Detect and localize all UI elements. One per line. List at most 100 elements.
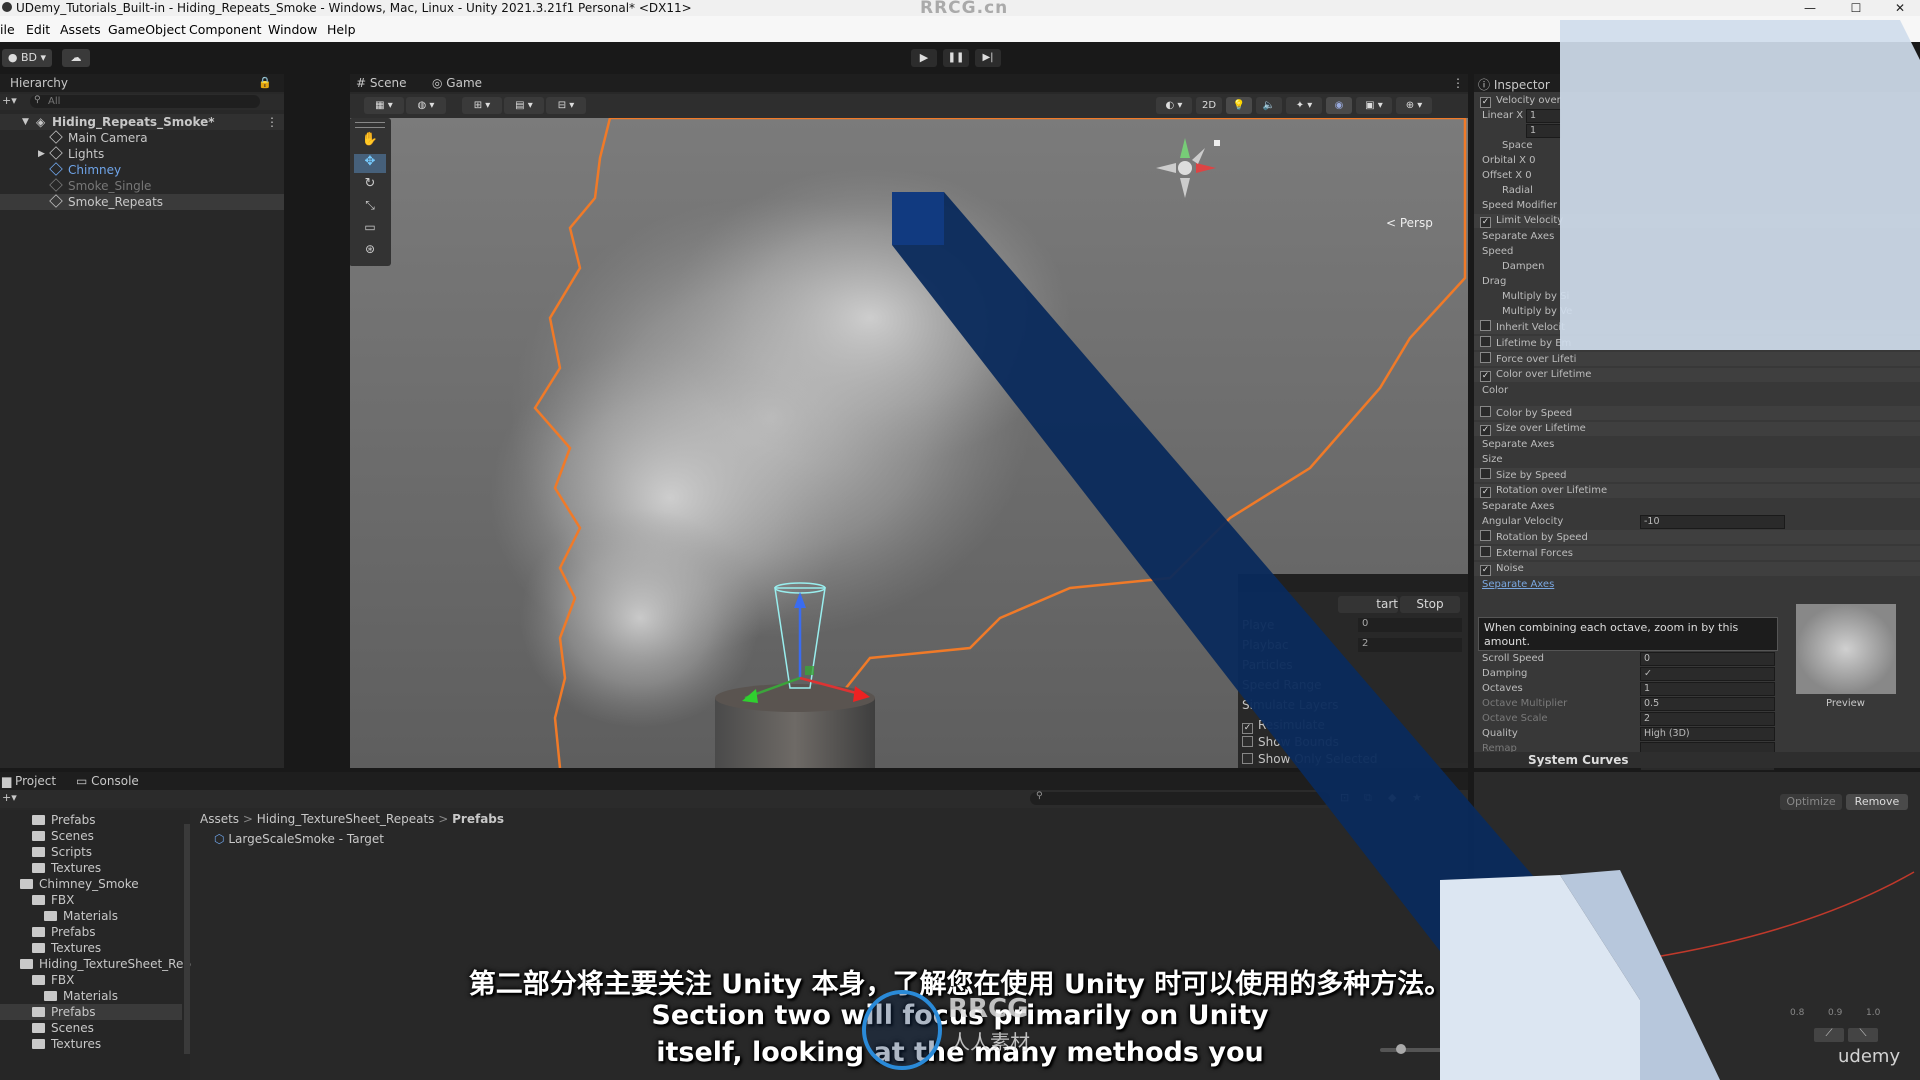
inspector-field-row[interactable]: Dampen [1474, 260, 1920, 274]
plane-handle[interactable] [805, 666, 814, 675]
folder-item[interactable]: Chimney_Smoke [0, 876, 182, 892]
project-search-input[interactable] [1030, 792, 1330, 805]
orientation-gizmo[interactable] [1156, 138, 1220, 198]
checkbox-checked-icon[interactable]: ✓ [1480, 487, 1491, 498]
hierarchy-row[interactable]: Chimney [0, 162, 284, 178]
draw-mode-icon[interactable]: ▦ ▾ [364, 97, 404, 114]
folder-item[interactable]: Materials [0, 908, 182, 924]
cloud-icon[interactable]: ☁ [62, 49, 90, 67]
breadcrumb-item[interactable]: Prefabs [452, 812, 504, 826]
inspector-module-header[interactable]: External Forces [1474, 546, 1920, 560]
inspector-field-row[interactable]: Space [1474, 139, 1920, 153]
hierarchy-row[interactable]: Main Camera [0, 130, 284, 146]
asset-item[interactable]: ⬡ LargeScaleSmoke - Target [214, 832, 384, 846]
hierarchy-row[interactable]: Smoke_Single [0, 178, 284, 194]
inspector-value-field[interactable]: 1 [1526, 109, 1561, 123]
snap-icon[interactable]: ⊟ ▾ [546, 97, 586, 114]
restart-button[interactable]: tart [1338, 596, 1398, 613]
toggle-2d-button[interactable]: 2D [1196, 97, 1222, 114]
tab-console[interactable]: ▭ Console [76, 774, 139, 788]
inspector-field-row[interactable]: Separate Axes [1474, 438, 1920, 452]
play-icon[interactable]: ▶ [911, 49, 937, 67]
folder-item[interactable]: Prefabs [0, 924, 182, 940]
noise-value-field[interactable]: ✓ [1640, 667, 1775, 681]
palette-grip-icon[interactable] [355, 122, 385, 128]
rect-tool-icon[interactable]: ▭ [354, 220, 386, 239]
inspector-module-header[interactable]: Lifetime by Em [1474, 336, 1920, 350]
hidden-objects-icon[interactable]: ◉ [1326, 97, 1352, 114]
collapse-arrow-icon[interactable]: ▶ [38, 146, 45, 162]
inspector-field-row[interactable]: Separate Axes [1474, 500, 1920, 514]
resimulate-toggle[interactable]: ✓ Resimulate [1242, 718, 1325, 734]
inspector-field-row[interactable]: Color [1474, 384, 1920, 398]
checkbox-icon[interactable] [1480, 468, 1491, 479]
rotate-tool-icon[interactable]: ↻ [354, 176, 386, 195]
show-bounds-toggle[interactable]: Show Bounds [1242, 735, 1339, 749]
audio-icon[interactable]: 🔈 [1256, 97, 1282, 114]
tab-inspector[interactable]: ⓘ Inspector [1478, 76, 1550, 93]
hierarchy-search-input[interactable]: All [30, 95, 260, 108]
menu-window[interactable]: Window [268, 22, 317, 37]
show-only-selected-toggle[interactable]: Show Only Selected [1242, 752, 1378, 766]
more-icon[interactable]: ⋮ [266, 114, 278, 130]
inspector-field-row[interactable]: Speed Modifier [1474, 199, 1920, 213]
inspector-field-row[interactable]: Orbital X 0 [1474, 154, 1920, 168]
tab-scene[interactable]: # Scene [356, 76, 406, 90]
noise-value-field[interactable]: 0 [1640, 652, 1775, 666]
search-by-type-icon[interactable]: ⊡ [1340, 791, 1349, 804]
inspector-module-header[interactable]: Rotation by Speed [1474, 530, 1920, 544]
noise-value-field[interactable]: 2 [1640, 712, 1775, 726]
playback-speed-field[interactable]: 0 [1358, 618, 1462, 632]
scene-viewport[interactable]: ✋ ✥ ↻ ⤡ ▭ ⊛ < Persp tart Stop Playe Play… [350, 118, 1468, 768]
tab-hierarchy[interactable]: Hierarchy [10, 76, 68, 90]
menu-file[interactable]: ile [0, 22, 15, 37]
menu-edit[interactable]: Edit [26, 22, 50, 37]
scale-tool-icon[interactable]: ⤡ [354, 198, 386, 217]
add-icon[interactable]: +▾ [2, 791, 17, 804]
lighting-icon[interactable]: 💡 [1226, 97, 1252, 114]
stop-button[interactable]: Stop [1400, 596, 1460, 613]
checkbox-icon[interactable] [1480, 320, 1491, 331]
move-tool-icon[interactable]: ✥ [354, 154, 386, 173]
hand-tool-icon[interactable]: ✋ [354, 132, 386, 151]
inspector-field-row[interactable]: Drag [1474, 275, 1920, 289]
favorite-icon[interactable]: ★ [1412, 791, 1422, 804]
inspector-field-row[interactable]: Multiply by Si [1474, 290, 1920, 304]
menu-component[interactable]: Component [189, 22, 262, 37]
hierarchy-row[interactable]: ▼ ◈ Hiding_Repeats_Smoke* ⋮ [0, 114, 284, 130]
inspector-module-header[interactable]: ✓ Noise [1474, 562, 1920, 576]
folder-item[interactable]: Textures [0, 940, 182, 956]
gizmos-icon[interactable]: ⊕ ▾ [1396, 97, 1432, 114]
grid-icon[interactable]: ▤ ▾ [504, 97, 544, 114]
inspector-module-header[interactable]: Color by Speed [1474, 406, 1920, 420]
more-icon[interactable]: ⋮ [1452, 76, 1464, 90]
persp-label[interactable]: < Persp [1386, 216, 1433, 230]
inspector-value-field[interactable]: -10 [1640, 515, 1785, 529]
noise-value-field[interactable]: High (3D) [1640, 727, 1775, 741]
checkbox-checked-icon[interactable]: ✓ [1480, 565, 1491, 576]
step-icon[interactable]: ▶| [975, 49, 1001, 67]
remove-button[interactable]: Remove [1846, 794, 1908, 810]
lock-icon[interactable]: 🔒 [258, 76, 272, 89]
inspector-module-header[interactable]: Inherit Velocit [1474, 320, 1920, 334]
playback-time-field[interactable]: 2 [1358, 638, 1462, 652]
checkbox-icon[interactable] [1480, 530, 1491, 541]
inspector-field-row[interactable]: Separate Axes [1474, 578, 1920, 592]
effects-icon[interactable]: ✦ ▾ [1286, 97, 1322, 114]
minimize-icon[interactable]: — [1790, 0, 1830, 16]
menu-gameobject[interactable]: GameObject [108, 22, 186, 37]
folder-item[interactable]: Prefabs [0, 812, 182, 828]
camera-settings-icon[interactable]: ▣ ▾ [1356, 97, 1392, 114]
folder-item[interactable]: FBX [0, 892, 182, 908]
inspector-field-row[interactable]: Separate Axes [1474, 230, 1920, 244]
folder-item[interactable]: Textures [0, 860, 182, 876]
menu-help[interactable]: Help [327, 22, 356, 37]
menu-assets[interactable]: Assets [60, 22, 101, 37]
inspector-module-header[interactable]: ✓ Color over Lifetime [1474, 368, 1920, 382]
inspector-field-row[interactable]: ✓ Velocity over [1474, 94, 1920, 108]
add-icon[interactable]: +▾ [2, 94, 17, 107]
breadcrumb-item[interactable]: Hiding_TextureSheet_Repeats [257, 812, 435, 826]
pause-icon[interactable]: ❚❚ [943, 49, 969, 67]
inspector-field-row[interactable]: Speed [1474, 245, 1920, 259]
checkbox-icon[interactable] [1480, 406, 1491, 417]
